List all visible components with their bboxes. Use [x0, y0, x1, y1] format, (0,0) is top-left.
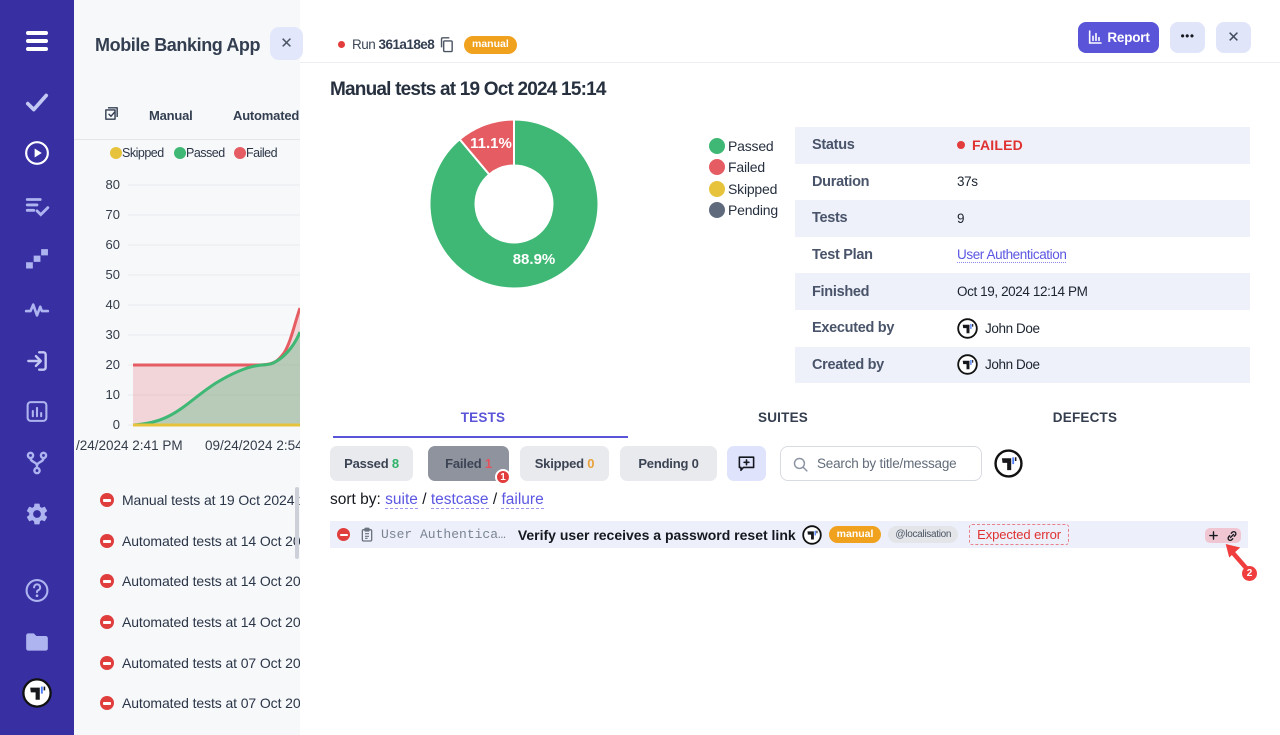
- svg-text:30: 30: [106, 327, 120, 342]
- svg-text:/24/2024 2:41 PM: /24/2024 2:41 PM: [76, 438, 183, 453]
- svg-text:88.9%: 88.9%: [513, 251, 556, 268]
- svg-text:40: 40: [106, 297, 120, 312]
- svg-text:80: 80: [106, 177, 120, 192]
- svg-text:10: 10: [106, 387, 120, 402]
- svg-text:20: 20: [106, 357, 120, 372]
- svg-text:11.1%: 11.1%: [470, 135, 512, 152]
- svg-text:09/24/2024 2:54 PM: 09/24/2024 2:54 PM: [205, 438, 300, 453]
- svg-text:0: 0: [113, 417, 120, 432]
- svg-text:70: 70: [106, 207, 120, 222]
- svg-text:60: 60: [106, 237, 120, 252]
- svg-text:50: 50: [106, 267, 120, 282]
